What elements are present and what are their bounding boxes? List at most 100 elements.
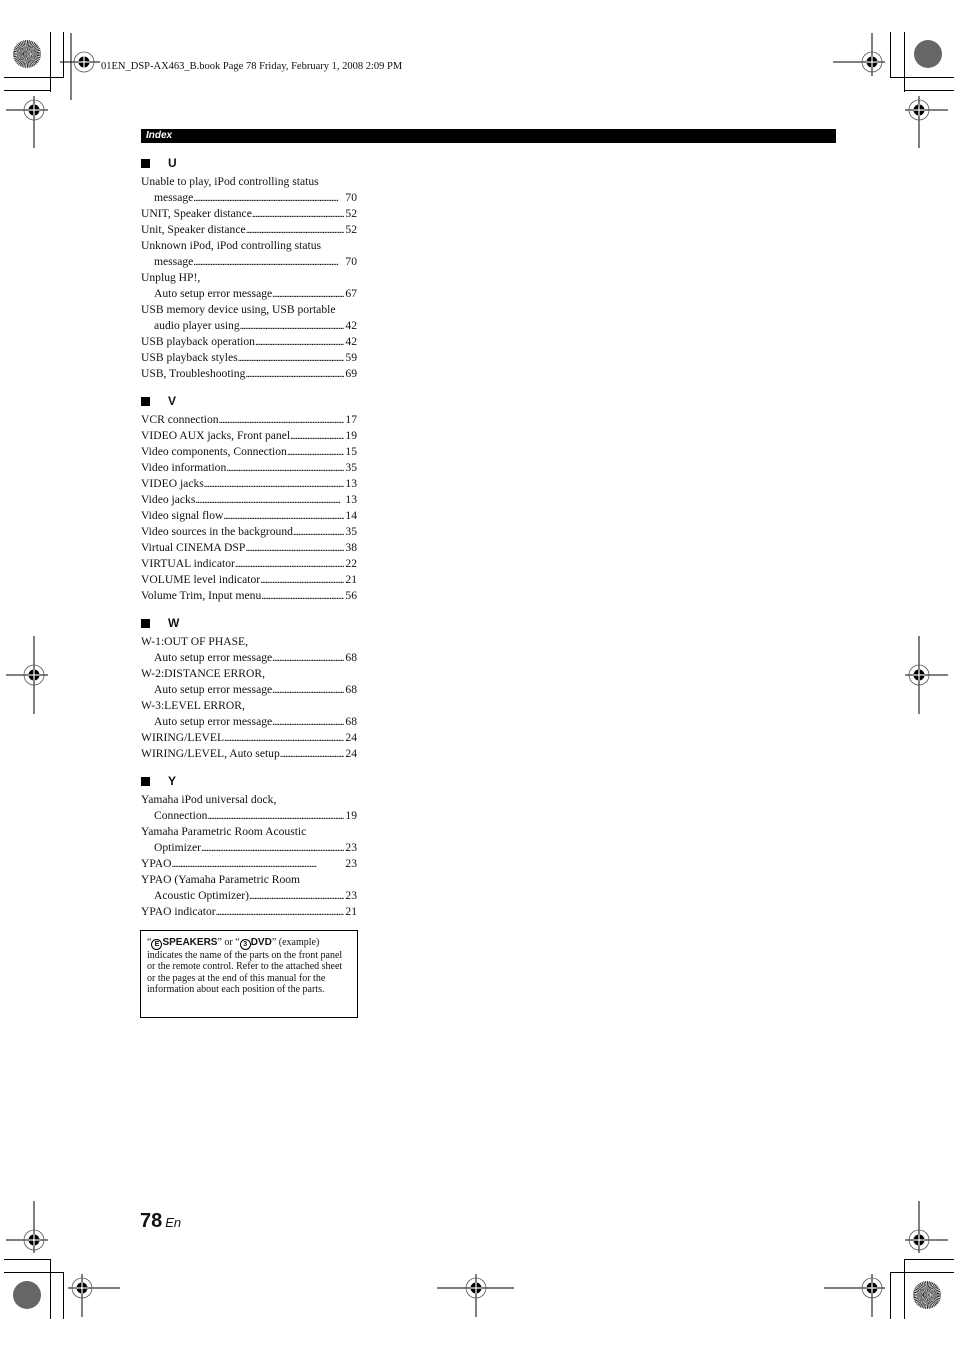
index-term: Virtual CINEMA DSP [141, 541, 246, 554]
index-entry: WIRING/LEVEL 24 [141, 730, 357, 746]
dot-leader [238, 350, 345, 366]
dot-leader [226, 460, 344, 476]
index-entry: USB playback operation 42 [141, 334, 357, 350]
index-term: VOLUME level indicator [141, 573, 261, 586]
page-reference: 23 [345, 889, 357, 902]
registration-mark-icon [824, 1274, 885, 1317]
index-term: Auto setup error message [154, 715, 273, 728]
index-entry: VOLUME level indicator 21 [141, 572, 357, 588]
index-term: YPAO indicator [141, 905, 216, 918]
index-entry: YPAO 23 [141, 856, 357, 872]
index-term: Auto setup error message [154, 651, 273, 664]
index-entry: VIRTUAL indicator 22 [141, 556, 357, 572]
page-reference: 13 [345, 477, 357, 490]
index-entry: Video jacks 13 [141, 492, 357, 508]
dot-leader [172, 856, 345, 872]
dot-leader [216, 904, 345, 920]
index-entry: WIRING/LEVEL, Auto setup 24 [141, 746, 357, 762]
page-reference: 23 [345, 857, 357, 870]
dot-leader [245, 540, 344, 556]
dot-leader [240, 318, 345, 334]
dot-leader [249, 888, 344, 904]
section-heading: W [141, 615, 357, 631]
page-reference: 38 [345, 541, 357, 554]
index-entry: W-3:LEVEL ERROR, Auto setup error message… [141, 698, 357, 730]
section-letter: V [168, 394, 177, 408]
section-heading: Y [141, 773, 357, 789]
dot-leader [272, 714, 344, 730]
dot-leader [193, 190, 344, 206]
index-term: Unable to play, iPod controlling status [141, 175, 319, 188]
registration-mark-icon [6, 96, 48, 148]
page-reference: 68 [345, 683, 357, 696]
index-term: Unknown iPod, iPod controlling status [141, 239, 322, 252]
page-footer: 78 En [140, 1210, 181, 1233]
index-term: audio player using [154, 319, 240, 332]
note-suffix: ” (example) [271, 937, 320, 948]
index-term: USB, Troubleshooting [141, 367, 246, 380]
section-letter: U [168, 156, 177, 170]
language-code: En [165, 1215, 182, 1230]
dot-leader [272, 650, 344, 666]
index-term: message [154, 255, 194, 268]
index-term: Acoustic Optimizer) [154, 889, 249, 902]
file-info-slug: 01EN_DSP-AX463_B.book Page 78 Friday, Fe… [101, 61, 403, 72]
index-entry: Unplug HP!, Auto setup error message 67 [141, 270, 357, 302]
index-entry: Yamaha iPod universal dock, Connection 19 [141, 792, 357, 824]
index-entry: YPAO indicator 21 [141, 904, 357, 920]
registration-mark-icon [6, 1201, 48, 1253]
page-reference: 24 [345, 747, 357, 760]
index-term: VIRTUAL indicator [141, 557, 235, 570]
index-term: W-3:LEVEL ERROR, [141, 699, 245, 712]
page-reference: 70 [345, 191, 357, 204]
dot-leader [195, 492, 344, 508]
index-entry: Virtual CINEMA DSP 38 [141, 540, 357, 556]
page-reference: 21 [345, 573, 357, 586]
index-section-y: Y Yamaha iPod universal dock, Connection 19… [141, 773, 357, 920]
dot-leader [290, 428, 344, 444]
page-reference: 35 [345, 461, 357, 474]
index-section-u: U Unable to play, iPod controlling status… [141, 155, 357, 382]
registration-mark-icon [905, 1201, 948, 1253]
index-term: Video signal flow [141, 509, 224, 522]
section-heading: V [141, 393, 357, 409]
index-entry: Video signal flow 14 [141, 508, 357, 524]
page-reference: 67 [345, 287, 357, 300]
page-reference: 17 [345, 413, 357, 426]
dot-leader [246, 222, 345, 238]
index-entry: Unknown iPod, iPod controlling status mes… [141, 238, 357, 270]
page-reference: 14 [345, 509, 357, 522]
page-reference: 22 [345, 557, 357, 570]
dot-leader [207, 808, 344, 824]
index-term: WIRING/LEVEL [141, 731, 225, 744]
index-term: Unit, Speaker distance [141, 223, 246, 236]
index-term: Video components, Connection [141, 445, 287, 458]
index-term: WIRING/LEVEL, Auto setup [141, 747, 280, 760]
index-entry: Video sources in the background 35 [141, 524, 357, 540]
dot-leader [260, 572, 344, 588]
index-entry: Unit, Speaker distance 52 [141, 222, 357, 238]
index-term: Video information [141, 461, 227, 474]
page-reference: 35 [345, 525, 357, 538]
registration-mark-icon [905, 636, 948, 714]
index-term: Yamaha iPod universal dock, [141, 793, 277, 806]
page-reference: 52 [345, 223, 357, 236]
index-entry: VIDEO AUX jacks, Front panel 19 [141, 428, 357, 444]
index-entry: Yamaha Parametric Room Acoustic Optimizer… [141, 824, 357, 856]
note-body: indicates the name of the parts on the f… [147, 950, 343, 996]
section-letter: Y [168, 774, 177, 788]
page-reference: 21 [345, 905, 357, 918]
page-reference: 42 [345, 319, 357, 332]
index-column: U Unable to play, iPod controlling status… [141, 155, 357, 931]
index-term: YPAO (Yamaha Parametric Room [141, 873, 301, 886]
dot-leader [201, 840, 344, 856]
registration-mark-icon [6, 636, 48, 714]
index-entry: W-1:OUT OF PHASE, Auto setup error messag… [141, 634, 357, 666]
dot-leader [287, 444, 345, 460]
index-section-v: V VCR connection 17 VIDEO AUX jacks, Front … [141, 393, 357, 604]
index-term: USB playback operation [141, 335, 255, 348]
dot-leader [261, 588, 344, 604]
page-reference: 69 [345, 367, 357, 380]
note-box: “E SPEAKERS” or “3 DVD” (example) indicate… [140, 930, 358, 1018]
dot-leader [223, 508, 344, 524]
